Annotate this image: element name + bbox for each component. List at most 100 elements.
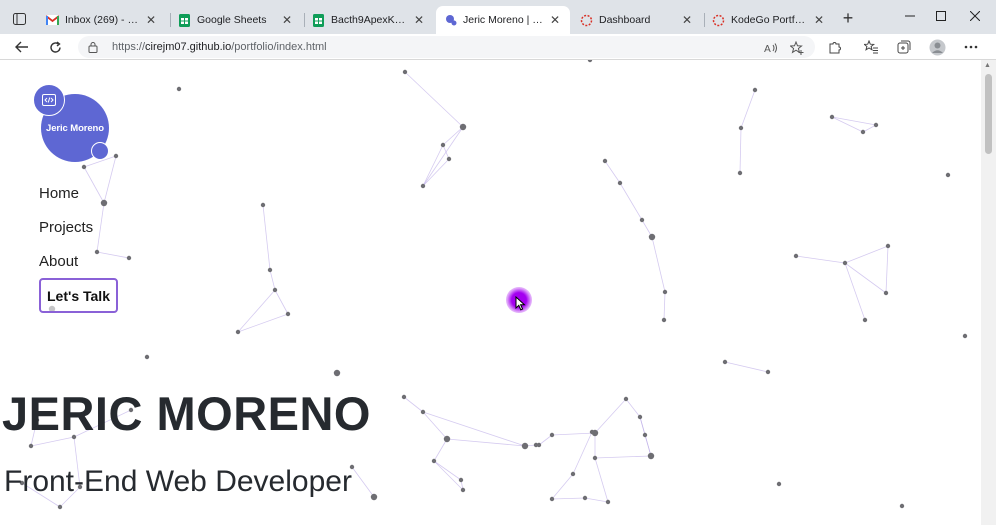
particle-link [724, 361, 769, 373]
particle-dot [793, 253, 799, 259]
scrollbar-thumb[interactable] [985, 74, 992, 154]
tab-jeric-moreno[interactable]: Jeric Moreno | Front- ✕ [436, 6, 570, 34]
particle-dot [589, 429, 595, 435]
particle-dot [536, 442, 542, 448]
close-tab-icon[interactable]: ✕ [548, 13, 562, 27]
particle-link [404, 71, 464, 128]
settings-menu-button[interactable] [962, 38, 980, 56]
code-icon [33, 84, 65, 116]
particle-dot [829, 114, 835, 120]
close-tab-icon[interactable]: ✕ [144, 13, 158, 27]
lets-talk-button[interactable]: Let's Talk [39, 278, 118, 313]
particle-dot [28, 443, 34, 449]
close-tab-icon[interactable]: ✕ [812, 13, 826, 27]
particle-link [572, 431, 593, 475]
particle-dot [662, 289, 668, 295]
back-button[interactable] [12, 37, 32, 57]
tab-title: Google Sheets [197, 14, 267, 26]
close-tab-icon[interactable]: ✕ [412, 13, 426, 27]
particle-link [433, 460, 462, 481]
particle-dot [420, 183, 426, 189]
particle-dot [776, 481, 782, 487]
refresh-icon [49, 40, 61, 53]
extensions-button[interactable] [826, 38, 844, 56]
profile-button[interactable] [928, 38, 946, 56]
particle-link [739, 127, 742, 174]
tab-dashboard[interactable]: Dashboard ✕ [572, 6, 702, 34]
back-arrow-icon [15, 41, 28, 53]
svg-text:A: A [764, 44, 771, 54]
particle-link [831, 116, 864, 133]
close-window-button[interactable] [965, 8, 985, 26]
hero-name: JERIC MORENO [2, 387, 371, 440]
particle-dot [862, 317, 868, 323]
particle-dot [860, 129, 866, 135]
particle-dot [637, 414, 643, 420]
particle-dot [737, 170, 743, 176]
tab-gmail[interactable]: Inbox (269) - aljamcal ✕ [38, 6, 166, 34]
particle-dot [873, 122, 879, 128]
particle-link [422, 126, 464, 187]
read-aloud-button[interactable]: A [763, 40, 779, 56]
tab-bacth9[interactable]: Bacth9ApexKodeGoP ✕ [304, 6, 434, 34]
loading-icon [580, 14, 593, 27]
url-scheme: https:// [112, 41, 146, 53]
particle-dot [602, 158, 608, 164]
particle-link [551, 432, 596, 436]
tab-strip: Inbox (269) - aljamcal ✕ Google Sheets ✕… [0, 0, 996, 35]
tab-kodego-portfolio[interactable]: KodeGo Portfolio ✕ [704, 6, 834, 34]
particle-dot [738, 125, 744, 131]
site-logo[interactable]: Jeric Moreno [33, 84, 113, 162]
particle-dot [722, 359, 728, 365]
particle-link [274, 289, 289, 315]
particle-dot [661, 317, 667, 323]
particle-dot [402, 69, 408, 75]
close-tab-icon[interactable]: ✕ [280, 13, 294, 27]
particle-dot [765, 369, 771, 375]
particle-dot [176, 86, 182, 92]
minimize-button[interactable] [900, 8, 920, 26]
particle-dot [460, 487, 466, 493]
particle-dot [431, 458, 437, 464]
particle-dot [570, 471, 576, 477]
particle-link [594, 398, 627, 434]
particle-dot [582, 495, 588, 501]
tab-google-sheets[interactable]: Google Sheets ✕ [170, 6, 302, 34]
minimize-icon [905, 15, 915, 17]
url-text[interactable]: https://cirejm07.github.io/portfolio/ind… [112, 41, 327, 53]
particle-dot [285, 311, 291, 317]
close-tab-icon[interactable]: ✕ [680, 13, 694, 27]
collections-button[interactable] [895, 38, 913, 56]
particle-dot [587, 60, 593, 63]
scroll-up-icon[interactable]: ▲ [984, 62, 991, 69]
page-viewport: Jeric Moreno Home Projects About Let's T… [0, 60, 996, 525]
particle-link [594, 457, 609, 503]
close-icon [969, 10, 981, 22]
avatar [929, 39, 945, 55]
page-scrollbar[interactable]: ▲ [981, 60, 996, 525]
tab-title: Inbox (269) - aljamcal [65, 14, 140, 26]
tab-actions-icon [12, 13, 26, 25]
plus-icon: + [842, 8, 854, 28]
particle-link [740, 89, 756, 129]
lock-icon[interactable] [88, 41, 98, 53]
loading-icon [712, 14, 725, 27]
particle-dot [648, 233, 656, 241]
tab-title: Dashboard [599, 14, 651, 26]
favorite-button[interactable] [789, 40, 805, 56]
nav-home-link[interactable]: Home [39, 184, 93, 218]
particle-dot [605, 499, 611, 505]
gmail-icon [46, 14, 59, 27]
tab-actions-button[interactable] [8, 9, 30, 29]
address-bar[interactable]: https://cirejm07.github.io/portfolio/ind… [78, 36, 815, 58]
favorites-button[interactable] [862, 38, 880, 56]
particle-dot [272, 287, 278, 293]
maximize-button[interactable] [931, 8, 951, 26]
new-tab-button[interactable]: + [838, 9, 858, 29]
sheets-icon [178, 13, 191, 27]
particle-link [96, 202, 105, 253]
particle-dot [94, 249, 100, 255]
particle-dot [443, 435, 451, 443]
nav-projects-link[interactable]: Projects [39, 218, 93, 252]
refresh-button[interactable] [45, 37, 65, 57]
